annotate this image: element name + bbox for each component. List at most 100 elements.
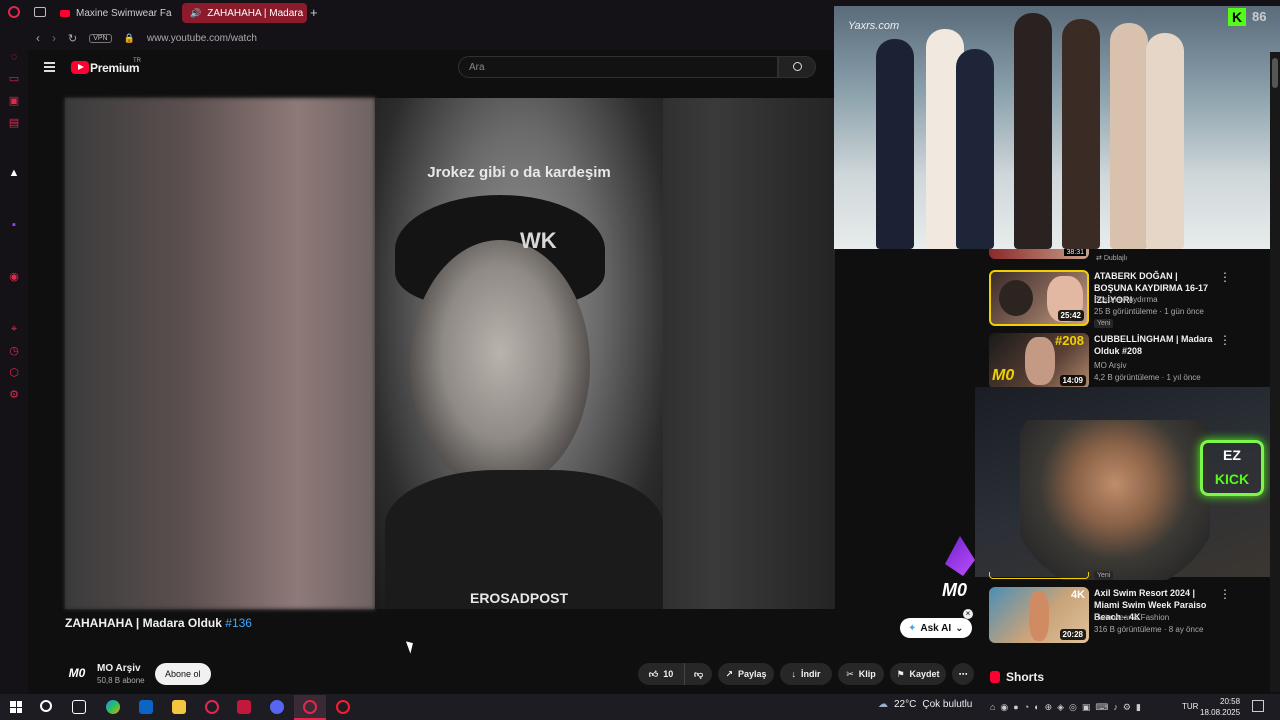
thumbnail-logo: M0: [992, 367, 1015, 384]
speaker-icon[interactable]: 🔊: [190, 8, 201, 19]
clock[interactable]: 20:58 18.08.2025: [1200, 696, 1240, 718]
page-scrollbar[interactable]: [1270, 52, 1280, 692]
ask-ai-button[interactable]: ✦ Ask AI ⌄: [900, 618, 972, 638]
tab-zahahaha-madara[interactable]: 🔊 ZAHAHAHA | Madara: [182, 3, 307, 23]
search-icon: [793, 62, 802, 71]
suggestion-meta: 25 B görüntüleme · 1 gün önce: [1094, 307, 1204, 316]
download-button[interactable]: ↓ İndir: [780, 663, 832, 685]
sidebar-twitch-icon[interactable]: ▪: [7, 218, 21, 232]
system-tray-icons[interactable]: ⌂◉●◔◐⊕◈◎▣⌨♪⚙▮: [990, 702, 1146, 713]
bookmark-icon: ⚑: [896, 668, 905, 679]
windows-start-icon[interactable]: [10, 701, 22, 713]
kick-logo-icon: K: [1228, 8, 1246, 26]
video-body-shape: [385, 470, 663, 609]
sidebar-player-icon[interactable]: ◉: [7, 270, 21, 284]
channel-avatar[interactable]: M0: [66, 662, 88, 684]
youtube-favicon-icon: [60, 9, 70, 17]
suggestion-title[interactable]: CUBBELLİNGHAM | Madara Olduk #208: [1094, 333, 1214, 357]
dubbed-badge: ⇄ Dublajlı: [1096, 255, 1128, 262]
opera-gx-icon: [303, 700, 317, 714]
copilot-icon[interactable]: [106, 700, 120, 714]
language-indicator[interactable]: TUR: [1182, 702, 1198, 711]
outlook-icon[interactable]: [139, 700, 153, 714]
opera-sidebar: ◌ ▭ ▣ ▤ ▲ ▪ ◉ ⌖ ◷ ⬡ ⚙: [0, 26, 28, 694]
new-tab-plus-icon[interactable]: +: [310, 5, 318, 20]
kick-viewer-count: 86: [1252, 9, 1267, 24]
clip-button[interactable]: ✂ Klip: [838, 663, 884, 685]
more-actions-button[interactable]: ⋯: [952, 663, 974, 685]
sidebar-settings-icon[interactable]: ⚙: [7, 388, 21, 402]
app-icon[interactable]: [205, 700, 219, 714]
search-icon[interactable]: [40, 700, 52, 712]
suggestion-channel[interactable]: Swimwear & Fashion: [1094, 613, 1169, 622]
channel-name[interactable]: MO Arşiv: [97, 663, 141, 674]
sidebar-messenger-icon[interactable]: ▣: [7, 94, 21, 108]
video-face-shape: [410, 240, 590, 490]
discord-icon[interactable]: [270, 700, 284, 714]
url-text[interactable]: www.youtube.com/watch: [147, 33, 257, 44]
previous-thumbnail-edge: [989, 572, 1089, 579]
suggestion-item[interactable]: 25:42 ATABERK DOĞAN | BOŞUNA KAYDIRMA 16…: [989, 270, 1279, 328]
runway-watermark: Yaxrs.com: [848, 20, 900, 32]
sidebar-cube-icon[interactable]: ⬡: [7, 366, 21, 380]
share-icon: ↗: [725, 668, 734, 679]
tab-maxine-swimwear[interactable]: Maxine Swimwear Fashio: [52, 3, 172, 23]
sidebar-bag-icon[interactable]: ▭: [7, 72, 21, 86]
video-blur-right: [663, 98, 835, 609]
app-icon[interactable]: [237, 700, 251, 714]
previous-thumbnail[interactable]: 38:31: [989, 249, 1089, 259]
like-button[interactable]: 👍︎ 10: [638, 663, 684, 685]
notification-icon[interactable]: [1252, 700, 1264, 712]
tab-list-icon[interactable]: [34, 7, 46, 17]
suggestion-channel[interactable]: MO Arşiv: [1094, 361, 1126, 370]
task-view-icon[interactable]: [72, 700, 86, 714]
opera-icon[interactable]: [336, 700, 350, 714]
sidebar-triangle-icon[interactable]: ▲: [7, 166, 21, 180]
taskbar-active-app[interactable]: [294, 695, 326, 720]
suggestion-meta: 316 B görüntüleme · 8 ay önce: [1094, 625, 1204, 634]
save-button[interactable]: ⚑ Kaydet: [890, 663, 946, 685]
close-icon[interactable]: ×: [963, 609, 973, 619]
dislike-button[interactable]: 👎︎: [684, 663, 712, 685]
sidebar-history-icon[interactable]: ◷: [7, 344, 21, 358]
download-icon: ↓: [791, 669, 797, 679]
more-vert-icon[interactable]: ⋮: [1219, 587, 1231, 601]
runway-model-shape: [1110, 23, 1148, 249]
back-icon[interactable]: ‹: [36, 31, 40, 45]
video-title-hashtag[interactable]: #136: [225, 616, 252, 630]
sidebar-aria-icon[interactable]: ◌: [7, 50, 21, 64]
subscribe-button[interactable]: Abone ol: [155, 663, 211, 685]
more-vert-icon[interactable]: ⋮: [1219, 333, 1231, 347]
youtube-region-sup: TR: [133, 58, 141, 64]
sidebar-pin-icon[interactable]: ⌖: [7, 322, 21, 336]
file-explorer-icon[interactable]: [172, 700, 186, 714]
streamer-shape: [1020, 420, 1210, 580]
hamburger-menu-icon[interactable]: [44, 62, 55, 72]
search-input[interactable]: Ara: [458, 56, 778, 78]
runway-model-shape: [1014, 13, 1052, 249]
suggestion-thumbnail[interactable]: 25:42: [989, 270, 1089, 326]
runway-model-shape: [1062, 19, 1100, 249]
suggestion-channel[interactable]: Boşuna Kaydırma: [1094, 295, 1158, 304]
channel-subscribers: 50,8 B abone: [97, 676, 145, 685]
video-title: ZAHAHAHA | Madara Olduk #136: [65, 616, 252, 630]
sidebar-mail-icon[interactable]: ▤: [7, 116, 21, 130]
video-watermark: EROSADPOST: [469, 590, 568, 606]
search-button[interactable]: [778, 56, 816, 78]
suggestion-item[interactable]: #208 M0 14:09 CUBBELLİNGHAM | Madara Old…: [989, 333, 1279, 389]
share-button[interactable]: ↗ Paylaş: [718, 663, 774, 685]
opera-logo-icon[interactable]: [8, 6, 20, 18]
runway-model-shape: [1146, 33, 1184, 249]
suggestion-thumbnail[interactable]: #208 M0 14:09: [989, 333, 1089, 389]
suggestion-thumbnail[interactable]: 4K 20:28: [989, 587, 1089, 643]
weather-widget[interactable]: ☁ 22°C Çok bulutlu: [878, 699, 972, 710]
more-vert-icon[interactable]: ⋮: [1219, 270, 1231, 284]
youtube-logo-icon[interactable]: [71, 61, 89, 74]
chair-logo-text: WK: [520, 228, 557, 253]
vpn-badge[interactable]: VPN: [89, 33, 112, 43]
reload-icon[interactable]: ↻: [68, 32, 77, 45]
forward-icon[interactable]: ›: [52, 31, 56, 45]
video-caption: Jrokez gibi o da kardeşim: [427, 164, 611, 181]
youtube-premium-text: Premium: [90, 61, 140, 75]
suggestion-item[interactable]: 4K 20:28 Axil Swim Resort 2024 | Miami S…: [989, 587, 1279, 643]
